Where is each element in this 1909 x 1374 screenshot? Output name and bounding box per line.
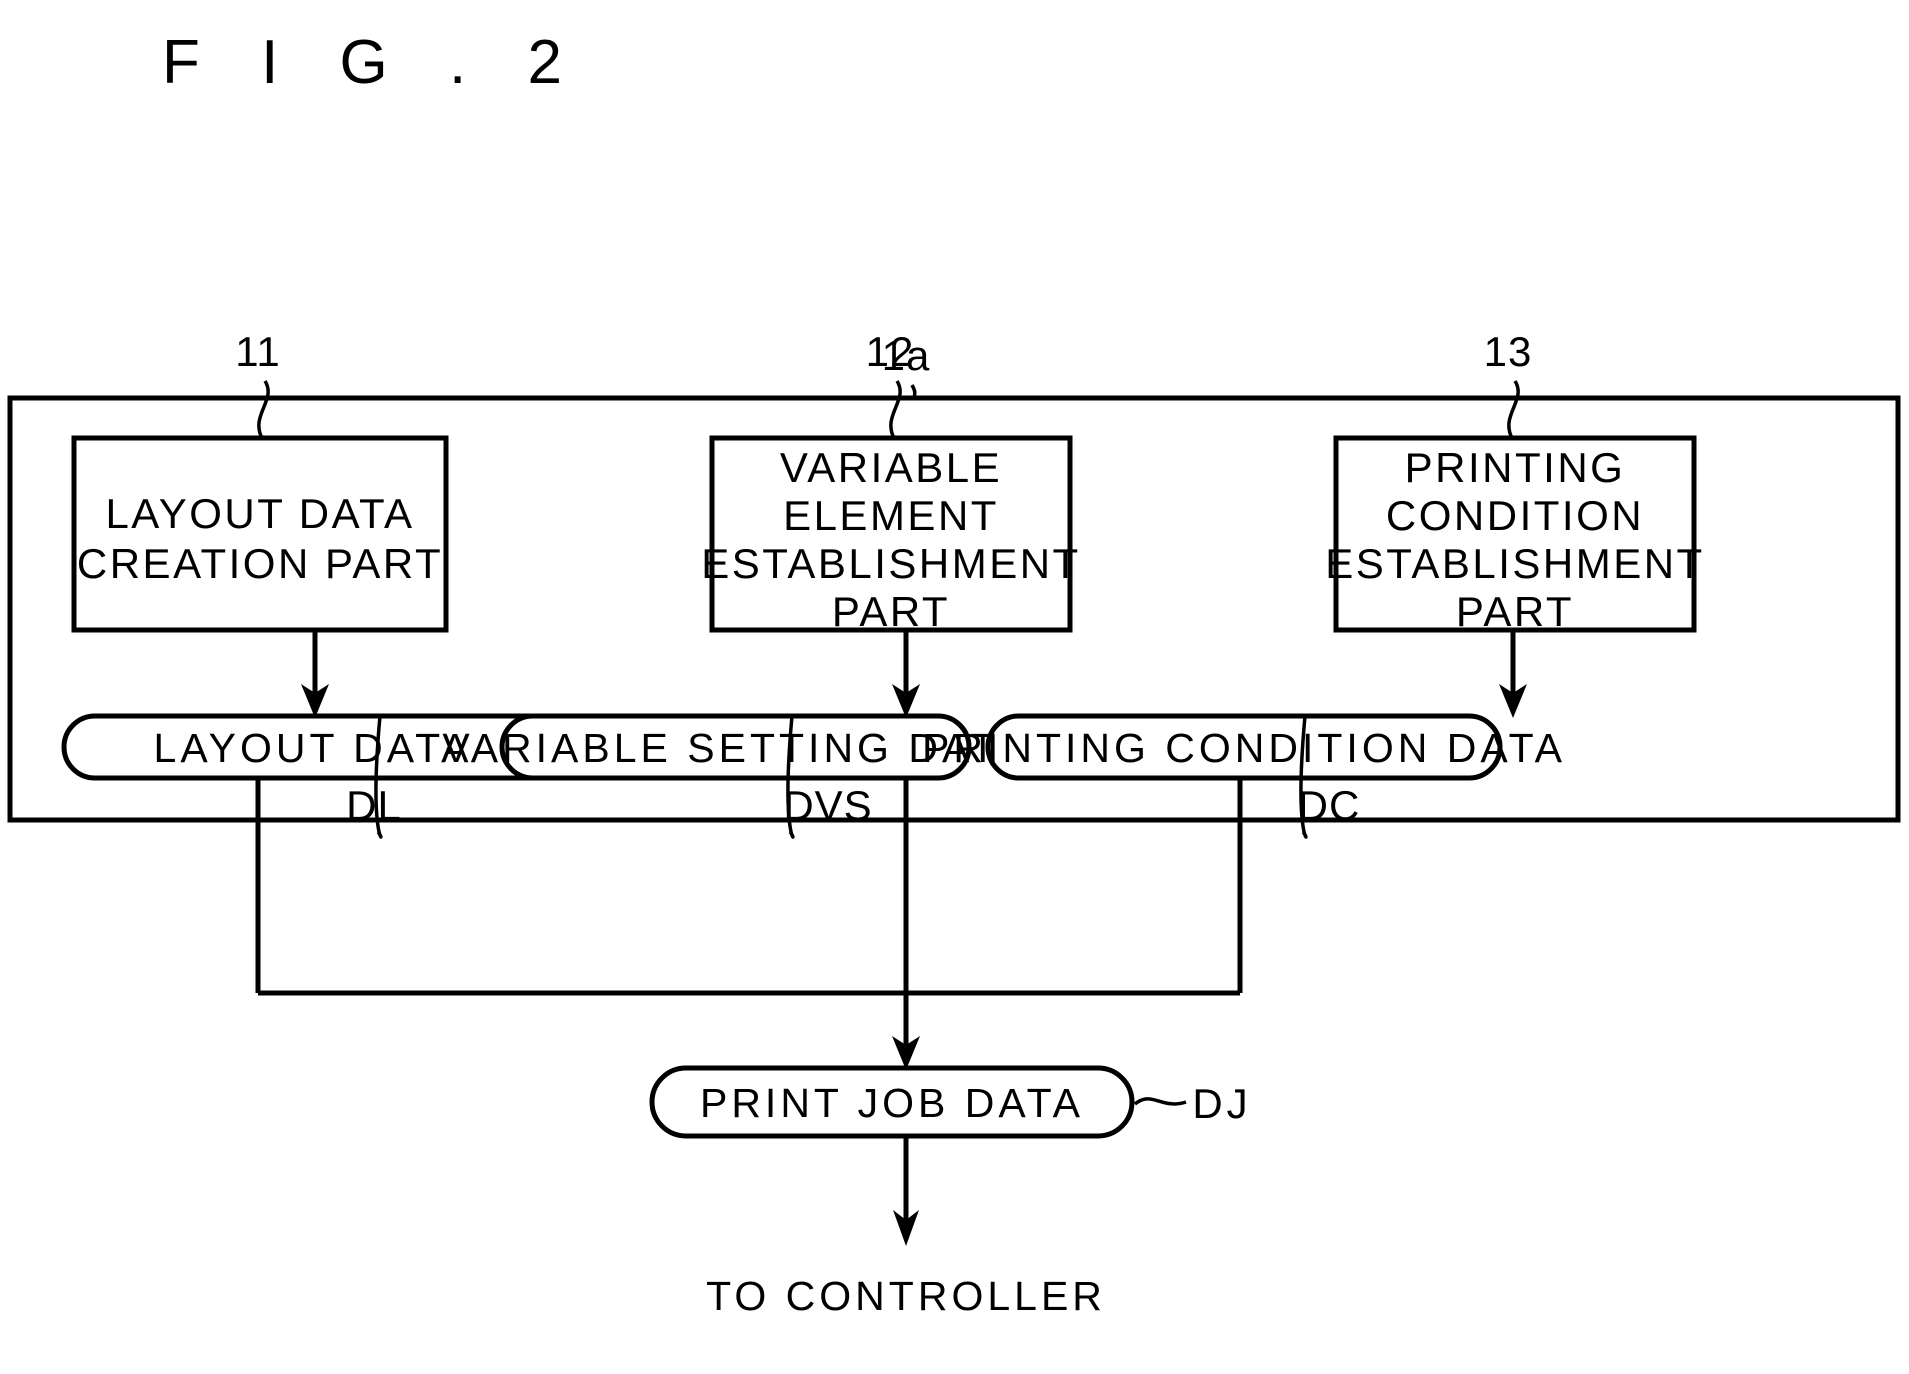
process-box-11-line-2: CREATION PART: [77, 540, 443, 587]
ref-number-11: 11: [235, 328, 281, 375]
figure-title: F I G . 2: [162, 28, 584, 97]
leader-line-12: [889, 380, 902, 439]
ref-label-DJ: DJ: [1192, 1080, 1251, 1127]
ref-label-DC: DC: [1298, 782, 1361, 829]
bottom-note-to-controller: TO CONTROLLER: [706, 1273, 1106, 1319]
ref-label-DL: DL: [346, 782, 402, 829]
process-box-13-line-4: PART: [1456, 588, 1574, 635]
process-box-13-line-3: ESTABLISHMENT: [1325, 540, 1704, 587]
process-box-13-line-1: PRINTING: [1405, 444, 1626, 491]
ref-number-12: 12: [866, 328, 915, 375]
process-box-12-line-4: PART: [832, 588, 950, 635]
process-box-12-line-3: ESTABLISHMENT: [701, 540, 1080, 587]
data-pill-printing-condition-data-label: PRINTING CONDITION DATA: [922, 725, 1566, 771]
patent-figure: F I G . 2 1a 11 LAYOUT DATA CREATION PAR…: [0, 0, 1909, 1374]
ref-number-13: 13: [1484, 328, 1533, 375]
process-box-11-line-1: LAYOUT DATA: [105, 490, 414, 537]
ref-label-DVS: DVS: [783, 782, 872, 829]
process-box-12-line-2: ELEMENT: [783, 492, 999, 539]
leader-line-11: [257, 380, 270, 439]
leader-curve-DJ: [1133, 1097, 1187, 1106]
output-pill-print-job-data-label: PRINT JOB DATA: [700, 1080, 1084, 1126]
leader-line-13: [1507, 380, 1520, 439]
process-box-13-line-2: CONDITION: [1386, 492, 1644, 539]
data-pill-layout-data-label: LAYOUT DATA: [154, 725, 473, 771]
process-box-12-line-1: VARIABLE: [780, 444, 1002, 491]
